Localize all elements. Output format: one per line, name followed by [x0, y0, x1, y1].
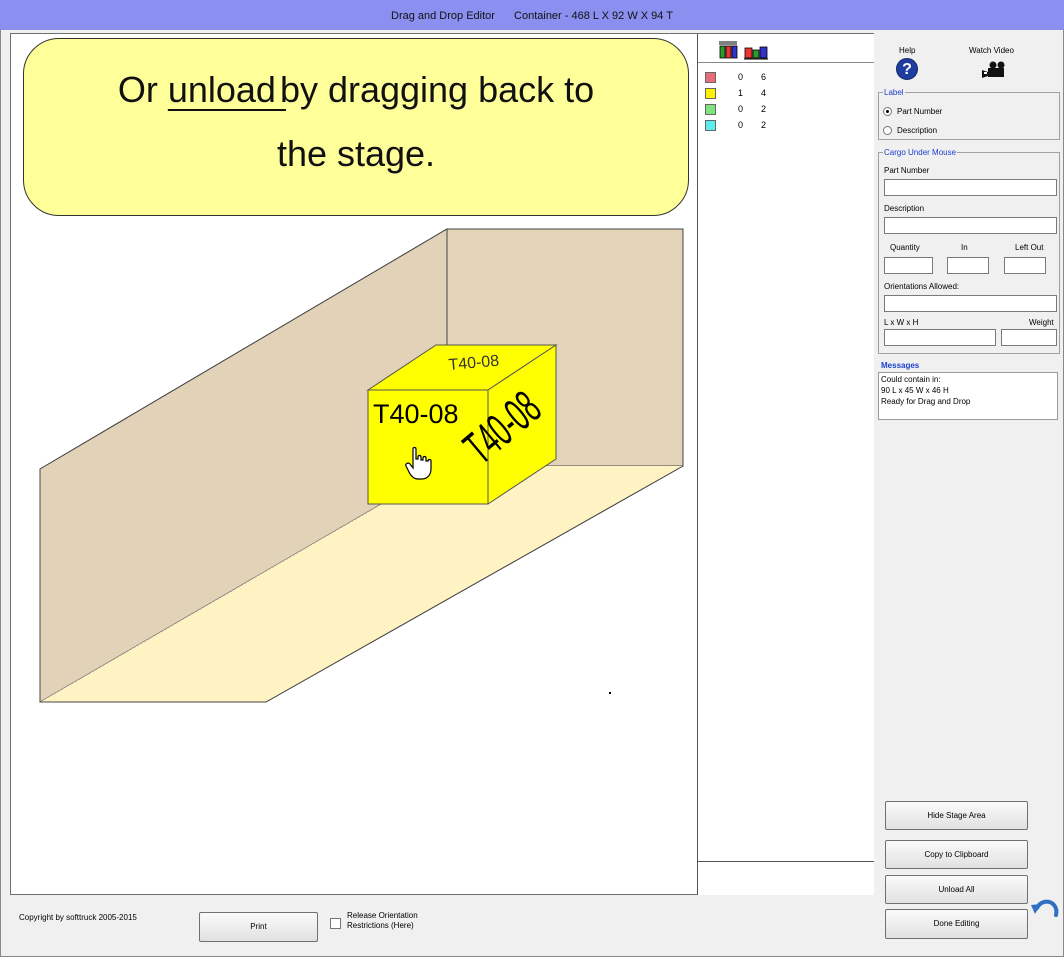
cargo-under-mouse-title: Cargo Under Mouse: [884, 148, 957, 157]
description-field[interactable]: [884, 217, 1057, 234]
cargo-qty-in: 0: [738, 72, 744, 82]
radio-button[interactable]: [883, 126, 892, 135]
lwh-field[interactable]: [884, 329, 996, 346]
radio-description[interactable]: Description: [883, 126, 937, 135]
cargo-list-panel: 0 6 1 4 0 2 0 2: [697, 34, 874, 895]
callout-suffix: by dragging back to: [279, 69, 595, 110]
radio-description-label: Description: [897, 126, 938, 135]
cargo-qty-in: 0: [738, 104, 744, 114]
cargo-qty-left: 4: [761, 88, 767, 98]
hide-stage-area-button[interactable]: Hide Stage Area: [885, 801, 1028, 830]
cargo-list-header-divider: [698, 62, 874, 63]
cargo-color-swatch: [705, 88, 716, 99]
done-editing-button[interactable]: Done Editing: [885, 909, 1028, 939]
callout-line-1: Or unload by dragging back to: [24, 58, 688, 122]
cargo-color-swatch: [705, 72, 716, 83]
stage-area[interactable]: T40-08 T40-08 T40-08 Or unload by draggi…: [10, 33, 874, 895]
title-bar: Drag and Drop Editor Container - 468 L X…: [0, 0, 1064, 30]
callout-prefix: Or: [117, 69, 168, 110]
release-orientation-line-2: Restrictions (Here): [347, 921, 414, 930]
in-field[interactable]: [947, 257, 989, 274]
release-orientation-line-1: Release Orientation: [347, 911, 418, 920]
description-label: Description: [884, 204, 925, 213]
callout-underlined-word: unload: [167, 69, 286, 110]
messages-title: Messages: [881, 361, 920, 370]
stray-dot: [609, 692, 611, 694]
unloaded-cargo-icon[interactable]: [744, 40, 768, 60]
release-orientation-label[interactable]: Release Orientation Restrictions (Here): [347, 911, 457, 931]
cargo-qty-left: 2: [761, 120, 767, 130]
side-panel: Help Watch Video ? Label Part Number Des…: [874, 30, 1064, 957]
window-title: Drag and Drop Editor: [391, 10, 495, 22]
orientations-allowed-field[interactable]: [884, 295, 1057, 312]
quantity-field[interactable]: [884, 257, 933, 274]
message-line: 90 L x 45 W x 46 H: [881, 386, 949, 395]
weight-field[interactable]: [1001, 329, 1057, 346]
cargo-front-label: T40-08: [373, 399, 459, 429]
left-out-field[interactable]: [1004, 257, 1046, 274]
container-dimensions: Container - 468 L X 92 W X 94 T: [514, 10, 673, 22]
copyright-text: Copyright by softtruck 2005-2015: [19, 913, 137, 922]
orientations-allowed-label: Orientations Allowed:: [884, 282, 960, 291]
message-line: Could contain in:: [881, 375, 941, 384]
left-out-label: Left Out: [1015, 243, 1044, 252]
in-label: In: [961, 243, 968, 252]
part-number-label: Part Number: [884, 166, 930, 175]
help-question-icon[interactable]: ?: [896, 58, 918, 80]
weight-label: Weight: [1029, 318, 1054, 327]
cargo-qty-in: 0: [738, 120, 744, 130]
unload-all-button[interactable]: Unload All: [885, 875, 1028, 904]
help-label: Help: [899, 46, 916, 55]
messages-box: Could contain in: 90 L x 45 W x 46 H Rea…: [878, 372, 1058, 420]
movie-camera-icon[interactable]: [982, 61, 1008, 79]
stacked-cargo-icon[interactable]: [718, 40, 740, 60]
instruction-callout: Or unload by dragging back to the stage.: [23, 38, 689, 216]
cargo-color-swatch: [705, 120, 716, 131]
callout-line-2: the stage.: [276, 133, 436, 174]
radio-button-selected[interactable]: [883, 107, 892, 116]
quantity-label: Quantity: [890, 243, 920, 252]
cargo-qty-in: 1: [738, 88, 744, 98]
cargo-qty-left: 2: [761, 104, 767, 114]
label-group-title: Label: [884, 88, 904, 97]
cargo-qty-left: 6: [761, 72, 767, 82]
cargo-color-swatch: [705, 104, 716, 115]
radio-part-number[interactable]: Part Number: [883, 107, 942, 116]
part-number-field[interactable]: [884, 179, 1057, 196]
lwh-label: L x W x H: [884, 318, 919, 327]
cargo-list-header: [718, 40, 768, 62]
radio-part-number-label: Part Number: [897, 107, 943, 116]
undo-arrow-icon[interactable]: [1030, 893, 1062, 925]
print-button[interactable]: Print: [199, 912, 318, 942]
message-line: Ready for Drag and Drop: [881, 397, 971, 406]
cargo-list-footer-divider: [698, 861, 874, 862]
copy-to-clipboard-button[interactable]: Copy to Clipboard: [885, 840, 1028, 869]
watch-video-label: Watch Video: [969, 46, 1014, 55]
release-orientation-checkbox[interactable]: [330, 918, 341, 929]
